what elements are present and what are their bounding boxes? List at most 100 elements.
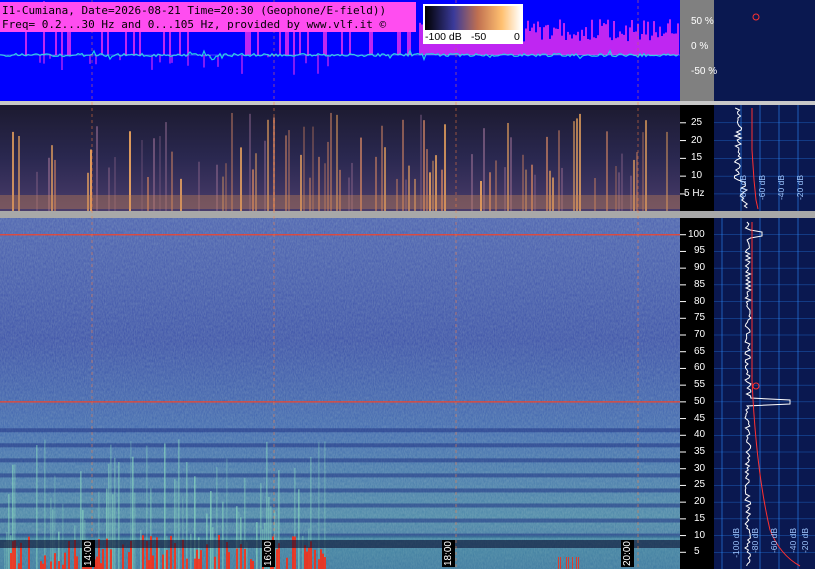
- high-streak: [132, 456, 134, 569]
- high-tick-12: 40: [694, 429, 706, 441]
- profile-low-db-0: -80 dB: [738, 175, 748, 201]
- profile-high-db-0: -100 dB: [731, 528, 741, 558]
- high-red-burst: [102, 548, 104, 569]
- time-label-3: 20:00: [621, 540, 634, 568]
- high-red-burst: [50, 561, 52, 569]
- profile-high-db-2: -60 dB: [769, 528, 779, 554]
- high-red-burst: [128, 552, 130, 569]
- colorbar-tick-0: -100 dB: [425, 31, 462, 43]
- header-line-1: I1-Cumiana, Date=2026-08-21 Time=20:30 (…: [2, 4, 387, 17]
- high-tick-9: 55: [694, 379, 706, 391]
- high-dark-band: [0, 518, 680, 523]
- high-tick-6: 70: [694, 329, 706, 340]
- colorbar: [425, 6, 521, 30]
- high-streak: [324, 441, 326, 569]
- high-red-burst: [228, 552, 230, 569]
- high-red-burst: [58, 561, 60, 569]
- high-dark-band: [0, 458, 680, 463]
- high-red-burst: [194, 558, 196, 569]
- high-tick-17: 15: [694, 512, 706, 524]
- high-red-burst: [578, 557, 579, 569]
- high-tick-10: 50: [694, 395, 706, 407]
- high-red-burst: [286, 557, 288, 569]
- high-streak: [318, 442, 320, 569]
- high-streak: [50, 497, 52, 569]
- high-streak: [176, 480, 178, 569]
- high-red-burst: [560, 557, 561, 569]
- high-tick-18: 10: [694, 529, 706, 541]
- high-red-burst: [18, 563, 20, 569]
- colorbar-tick-1: -50: [471, 31, 487, 43]
- chart-canvas: [0, 0, 815, 569]
- high-red-burst: [318, 559, 320, 569]
- time-label-0: 14:00: [82, 540, 95, 568]
- high-red-burst: [572, 557, 573, 569]
- profile-panel: [714, 0, 815, 569]
- high-streak: [164, 443, 166, 569]
- high-red-burst: [236, 548, 238, 569]
- high-dark-band: [0, 473, 680, 478]
- high-red-burst: [196, 549, 198, 569]
- high-dark-band: [0, 503, 680, 508]
- high-tick-16: 20: [694, 496, 706, 508]
- high-streak: [186, 461, 188, 569]
- separator-middle: [0, 211, 714, 218]
- low-tick-3: 10: [691, 170, 703, 182]
- high-red-burst: [198, 558, 200, 569]
- high-dark-band: [0, 488, 680, 493]
- high-streak: [134, 492, 136, 569]
- high-tick-5: 75: [694, 312, 706, 324]
- high-red-burst: [568, 557, 569, 569]
- high-tick-3: 85: [694, 278, 706, 290]
- high-red-burst: [186, 558, 188, 569]
- high-red-burst: [76, 556, 78, 569]
- time-label-2: 18:00: [442, 540, 455, 568]
- profile-low-db-2: -40 dB: [776, 175, 786, 201]
- high-red-burst: [54, 553, 56, 569]
- high-streak: [212, 527, 214, 569]
- high-tick-19: 5: [694, 546, 700, 558]
- high-red-burst: [42, 563, 44, 569]
- profile-high-db-4: -20 dB: [800, 528, 810, 554]
- high-red-burst: [100, 563, 102, 569]
- separator-top: [0, 101, 714, 105]
- high-red-burst: [148, 560, 150, 569]
- high-red-burst: [566, 557, 567, 569]
- high-red-burst: [306, 551, 308, 569]
- profile-high-db-1: -80 dB: [750, 528, 760, 554]
- high-red-burst: [576, 557, 577, 569]
- profile-separator-mid: [714, 211, 815, 218]
- high-dark-band: [0, 428, 680, 433]
- high-red-burst: [44, 555, 46, 569]
- high-red-burst: [314, 549, 316, 569]
- high-tick-1: 95: [694, 245, 706, 257]
- high-red-burst: [110, 549, 112, 569]
- high-tick-7: 65: [694, 345, 706, 357]
- high-streak: [16, 546, 18, 569]
- high-dark-band: [0, 443, 680, 448]
- high-red-burst: [62, 564, 64, 569]
- high-tick-14: 30: [694, 462, 706, 474]
- high-streak: [194, 476, 196, 569]
- high-red-burst: [64, 552, 66, 569]
- high-red-burst: [96, 556, 98, 569]
- high-tick-0: 100: [688, 228, 705, 240]
- high-red-burst: [200, 550, 202, 569]
- high-tick-11: 45: [694, 412, 706, 424]
- high-red-burst: [276, 549, 278, 569]
- high-tick-13: 35: [694, 446, 706, 457]
- high-streak: [108, 463, 110, 569]
- header-line-2: Freq= 0.2...30 Hz and 0...105 Hz, provid…: [2, 18, 387, 31]
- high-dark-line: [0, 540, 680, 548]
- high-streak: [8, 494, 10, 569]
- colorbar-tick-2: 0: [514, 31, 520, 43]
- high-red-burst: [252, 560, 254, 569]
- high-red-burst: [324, 557, 326, 569]
- high-streak: [140, 530, 142, 569]
- amplitude-tick-1: 0 %: [691, 41, 709, 52]
- high-red-burst: [250, 559, 252, 569]
- profile-low-db-3: -20 dB: [795, 175, 805, 201]
- high-red-burst: [206, 544, 208, 569]
- high-streak: [210, 491, 212, 569]
- high-streak: [222, 501, 224, 569]
